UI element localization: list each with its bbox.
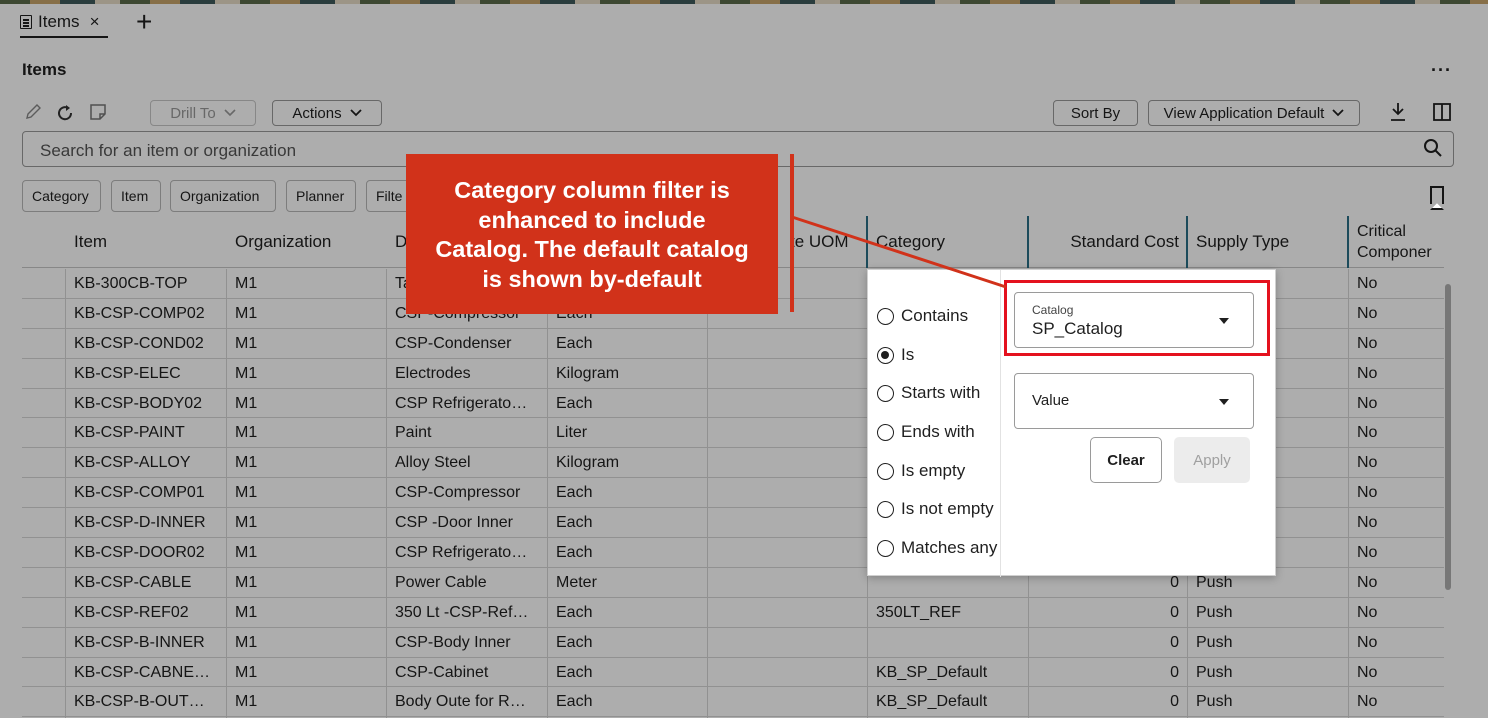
callout-line: enhanced to include [478, 206, 706, 233]
operator-option[interactable]: Is not empty [877, 497, 994, 521]
radio-icon [877, 346, 894, 364]
popup-divider [1000, 270, 1001, 577]
callout-line: Catalog. The default catalog [435, 236, 749, 262]
operator-option[interactable]: Starts with [877, 381, 980, 405]
operator-label: Matches any [901, 538, 998, 557]
radio-icon [877, 307, 894, 325]
operator-option[interactable]: Matches any [877, 536, 997, 560]
callout-line: Category column filter is [454, 177, 730, 203]
operator-label: Is [901, 345, 915, 364]
operator-label: Starts with [901, 383, 981, 402]
radio-icon [877, 462, 894, 480]
apply-button[interactable]: Apply [1174, 437, 1250, 483]
annotation-callout: Category column filter is enhanced to in… [406, 154, 778, 314]
operator-label: Contains [901, 306, 969, 325]
callout-bar [790, 154, 794, 312]
operator-option[interactable]: Is [877, 343, 914, 367]
operator-label: Is empty [901, 461, 966, 480]
operator-option[interactable]: Ends with [877, 420, 975, 444]
value-placeholder: Value [1032, 392, 1070, 409]
operator-label: Is not empty [901, 499, 994, 518]
radio-icon [877, 539, 894, 557]
radio-icon [877, 423, 894, 441]
operator-option[interactable]: Contains [877, 304, 968, 328]
operator-option[interactable]: Is empty [877, 459, 965, 483]
operator-label: Ends with [901, 422, 975, 441]
callout-line: is shown by-default [482, 265, 702, 292]
radio-icon [877, 384, 894, 402]
radio-icon [877, 500, 894, 518]
value-select[interactable]: Value [1014, 373, 1254, 429]
clear-button[interactable]: Clear [1090, 437, 1162, 483]
caret-down-icon [1219, 399, 1229, 405]
catalog-highlight-box [1004, 280, 1270, 356]
